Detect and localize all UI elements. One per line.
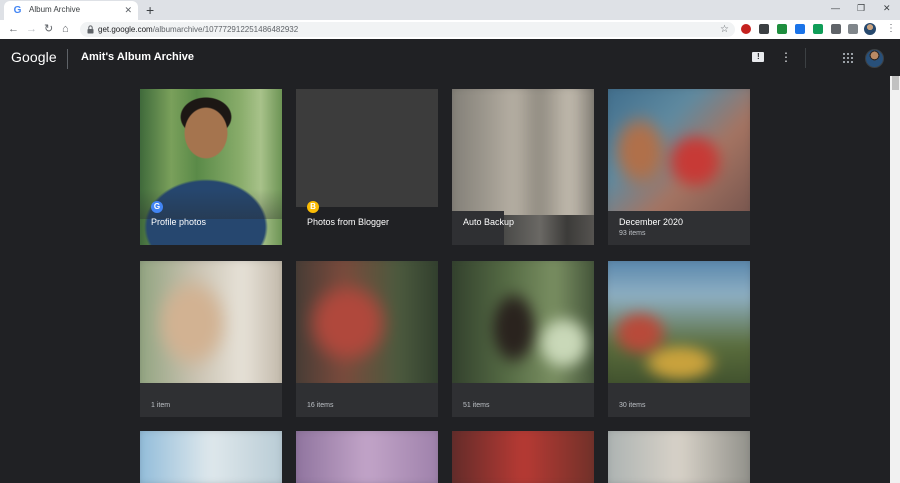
browser-profile-avatar[interactable] [864,23,876,35]
album-card-row3-1[interactable] [140,431,282,483]
reading-list-icon[interactable] [848,24,858,34]
reload-icon[interactable]: ↻ [44,22,53,36]
plus-icon[interactable]: + [146,2,154,18]
address-bar[interactable]: get.google.com/albumarchive/107772912251… [80,22,735,37]
restore-icon[interactable]: ❐ [857,2,865,14]
album-card-row3-3[interactable] [452,431,594,483]
album-thumbnail [296,89,438,207]
back-arrow-icon[interactable]: ← [8,22,19,36]
feedback-icon[interactable]: ! [752,52,764,62]
caption-area [452,383,594,417]
album-thumbnail [452,431,594,483]
album-card-row2-4[interactable]: 30 items [608,261,750,417]
album-thumbnail [452,261,594,395]
album-card-december-2020[interactable]: December 2020 93 items [608,89,750,245]
album-item-count: 51 items [463,402,490,409]
album-card-row3-4[interactable] [608,431,750,483]
app-header: Google Amit's Album Archive ! ⋮ [0,39,900,76]
album-thumbnail [608,89,750,231]
url-text: get.google.com/albumarchive/107772912251… [98,25,298,34]
more-options-icon[interactable]: ⋮ [780,50,792,64]
scrollbar-track[interactable] [890,76,900,483]
extension-drive-icon[interactable] [813,24,823,34]
page-title: Amit's Album Archive [81,51,195,63]
album-thumbnail [608,431,750,483]
extension-green-icon[interactable] [777,24,787,34]
tab-album-archive[interactable]: G Album Archive ✕ [4,1,138,20]
header-divider [67,49,68,69]
tab-strip: G Album Archive ✕ + — ❐ ✕ [0,0,900,20]
header-divider-right [805,48,806,68]
album-card-row2-1[interactable]: 1 item [140,261,282,417]
account-avatar[interactable] [865,49,884,68]
url-host: get.google.com [98,25,153,34]
google-apps-icon[interactable] [843,53,853,63]
album-name: Profile photos [151,217,207,227]
album-thumbnail [296,431,438,483]
album-item-count: 16 items [307,402,334,409]
lock-icon [87,25,94,34]
album-card-row2-3[interactable]: 51 items [452,261,594,417]
caption-area [140,383,282,417]
minimize-icon[interactable]: — [831,2,840,14]
bookmark-star-icon[interactable]: ☆ [720,23,729,36]
album-name: Auto Backup [463,217,515,227]
tab-title: Album Archive [29,5,81,14]
scrollbar-thumb[interactable] [892,76,899,90]
album-card-row3-2[interactable] [296,431,438,483]
album-card-profile-photos[interactable]: G Profile photos [140,89,282,245]
album-name: December 2020 [619,217,684,227]
url-path: /albumarchive/107772912251486482932 [152,25,299,34]
album-card-auto-backup[interactable]: Auto Backup [452,89,594,245]
home-icon[interactable]: ⌂ [62,22,69,36]
browser-menu-icon[interactable]: ⋮ [886,22,896,36]
caption-area [296,383,438,417]
album-item-count: 93 items [619,230,646,237]
forward-arrow-icon[interactable]: → [26,22,37,36]
google-favicon-icon: G [13,5,22,16]
google-logo[interactable]: Google [11,49,57,65]
caption-area [608,383,750,417]
album-card-photos-from-blogger[interactable]: B Photos from Blogger [296,89,438,245]
extension-grid-icon[interactable] [759,24,769,34]
close-icon[interactable]: ✕ [124,4,132,16]
album-thumbnail [140,261,282,395]
extension-puzzle-icon[interactable] [831,24,841,34]
album-name: Photos from Blogger [307,217,390,227]
album-card-row2-2[interactable]: 16 items [296,261,438,417]
blogger-badge-icon: B [307,201,319,213]
extension-blue-icon[interactable] [795,24,805,34]
album-item-count: 30 items [619,402,646,409]
google-badge-icon: G [151,201,163,213]
album-thumbnail [296,261,438,395]
photo-strip [504,215,594,245]
album-thumbnail [608,261,750,395]
extension-shield-icon[interactable] [741,24,751,34]
album-item-count: 1 item [151,402,171,409]
album-thumbnail [140,431,282,483]
window-close-icon[interactable]: ✕ [883,2,891,14]
browser-toolbar: ← → ↻ ⌂ get.google.com/albumarchive/1077… [0,20,900,39]
